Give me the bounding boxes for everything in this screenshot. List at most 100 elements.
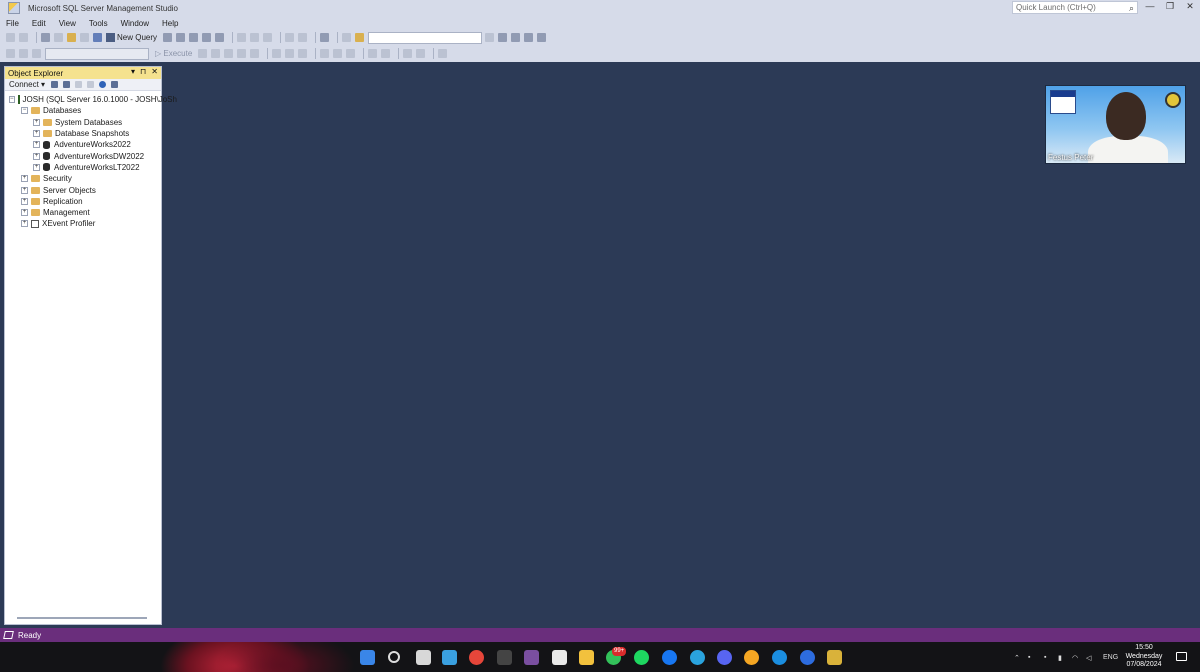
widgets-icon[interactable] <box>442 650 457 665</box>
collapse-icon[interactable]: − <box>21 107 28 115</box>
redo-icon[interactable] <box>298 33 308 42</box>
spotify-icon[interactable] <box>634 650 649 665</box>
solution-configurations-icon[interactable] <box>320 33 330 42</box>
connect-icon[interactable] <box>6 49 15 58</box>
browser-icon[interactable] <box>744 650 759 665</box>
expand-icon[interactable]: + <box>21 220 28 228</box>
chevron-down-icon[interactable] <box>485 33 495 42</box>
outdent-icon[interactable] <box>403 49 413 58</box>
solution-explorer-icon[interactable] <box>498 33 508 42</box>
change-connection-icon[interactable] <box>32 49 41 58</box>
add-item-icon[interactable] <box>54 33 63 42</box>
tree-node[interactable]: − JOSH (SQL Server 16.0.1000 - JOSH\JoSh <box>5 94 177 105</box>
comment-icon[interactable] <box>368 49 378 58</box>
discord-icon[interactable] <box>717 650 732 665</box>
refresh-icon[interactable] <box>99 81 107 88</box>
horizontal-scrollbar[interactable] <box>17 617 147 619</box>
analysis-dax-query-icon[interactable] <box>215 33 225 42</box>
save-icon[interactable] <box>80 33 89 42</box>
task-view-icon[interactable] <box>416 650 431 665</box>
debug-icon[interactable] <box>342 33 352 42</box>
tree-node[interactable]: + Server Objects <box>5 184 161 195</box>
find-in-files-icon[interactable] <box>355 33 365 42</box>
properties-icon[interactable] <box>511 33 521 42</box>
tree-node[interactable]: + AdventureWorksLT2022 <box>5 162 161 173</box>
client-stats-icon[interactable] <box>298 49 308 58</box>
save-all-icon[interactable] <box>93 33 102 42</box>
menu-help[interactable]: Help <box>162 19 178 28</box>
tree-node[interactable]: + Security <box>5 173 161 184</box>
expand-icon[interactable]: + <box>21 186 28 194</box>
menu-view[interactable]: View <box>59 19 76 28</box>
tree-node[interactable]: + Database Snapshots <box>5 128 161 139</box>
forward-icon[interactable] <box>19 33 28 42</box>
app-icon[interactable] <box>524 650 539 665</box>
include-plan-icon[interactable] <box>272 49 282 58</box>
analysis-dmx-query-icon[interactable] <box>189 33 199 42</box>
display-plan-icon[interactable] <box>224 49 234 58</box>
find-combo[interactable] <box>368 31 483 44</box>
app-icon[interactable] <box>497 650 512 665</box>
telegram-icon[interactable] <box>690 650 705 665</box>
expand-icon[interactable]: + <box>21 209 28 217</box>
video-call-thumbnail[interactable]: Festus Peter <box>1045 85 1186 164</box>
new-project-icon[interactable] <box>41 33 50 42</box>
cancel-query-icon[interactable] <box>198 49 208 58</box>
tree-node[interactable]: + AdventureWorks2022 <box>5 139 161 150</box>
expand-icon[interactable]: + <box>21 197 28 205</box>
menu-window[interactable]: Window <box>121 19 149 28</box>
chevron-up-icon[interactable]: ⌃ <box>1014 654 1020 662</box>
window-position-icon[interactable]: ▾ <box>131 67 135 76</box>
uncomment-icon[interactable] <box>381 49 391 58</box>
back-icon[interactable] <box>6 33 15 42</box>
connect-dropdown[interactable]: Connect ▾ <box>9 80 45 89</box>
open-file-icon[interactable] <box>67 33 76 42</box>
quick-launch-input[interactable]: Quick Launch (Ctrl+Q) ⌕ <box>1012 1 1138 14</box>
paste-icon[interactable] <box>263 33 273 42</box>
expand-icon[interactable]: + <box>21 175 28 183</box>
expand-icon[interactable]: + <box>33 141 40 149</box>
collapse-icon[interactable]: − <box>9 96 15 104</box>
start-icon[interactable] <box>360 650 375 665</box>
language-indicator[interactable]: ENG <box>1103 654 1118 661</box>
intellisense-icon[interactable] <box>250 49 260 58</box>
expand-icon[interactable]: + <box>33 130 40 138</box>
stop-icon[interactable] <box>75 81 83 88</box>
tree-node[interactable]: + AdventureWorksDW2022 <box>5 150 161 161</box>
speaker-icon[interactable]: ◁ <box>1086 654 1091 662</box>
copy-icon[interactable] <box>250 33 260 42</box>
expand-icon[interactable]: + <box>33 152 40 160</box>
clock[interactable]: 15:50 Wednesday 07/08/2024 <box>1122 644 1166 670</box>
microphone-icon[interactable]: ▮ <box>1058 654 1062 662</box>
connect-object-icon[interactable] <box>51 81 59 88</box>
zoom-icon[interactable] <box>800 650 815 665</box>
facebook-icon[interactable] <box>662 650 677 665</box>
tree-node[interactable]: + Replication <box>5 196 161 207</box>
undo-icon[interactable] <box>285 33 295 42</box>
toolbox-icon[interactable] <box>524 33 534 42</box>
database-selector[interactable] <box>45 47 149 60</box>
menu-file[interactable]: File <box>6 19 19 28</box>
cut-icon[interactable] <box>237 33 247 42</box>
specify-values-icon[interactable] <box>438 49 448 58</box>
edge-icon[interactable] <box>772 650 787 665</box>
minimize-button[interactable]: — <box>1142 1 1158 14</box>
tree-node[interactable]: + Management <box>5 207 161 218</box>
file-explorer-icon[interactable] <box>579 650 594 665</box>
search-icon[interactable] <box>388 651 400 663</box>
results-to-text-icon[interactable] <box>320 49 330 58</box>
menu-tools[interactable]: Tools <box>89 19 108 28</box>
results-to-grid-icon[interactable] <box>333 49 343 58</box>
store-icon[interactable] <box>552 650 567 665</box>
close-panel-icon[interactable]: ✕ <box>151 67 158 76</box>
close-button[interactable]: ✕ <box>1182 1 1198 14</box>
analysis-mdx-query-icon[interactable] <box>176 33 186 42</box>
restore-button[interactable]: ❐ <box>1162 1 1178 14</box>
notification-center-icon[interactable] <box>1176 652 1187 661</box>
tree-node[interactable]: + XEvent Profiler <box>5 218 161 229</box>
tray-icon[interactable]: ▪ <box>1028 654 1030 661</box>
tree-node[interactable]: − Databases <box>5 105 161 116</box>
chrome-icon[interactable] <box>469 650 484 665</box>
tray-icon[interactable]: ▪ <box>1044 654 1046 661</box>
pin-icon[interactable]: ⊓ <box>140 67 146 76</box>
